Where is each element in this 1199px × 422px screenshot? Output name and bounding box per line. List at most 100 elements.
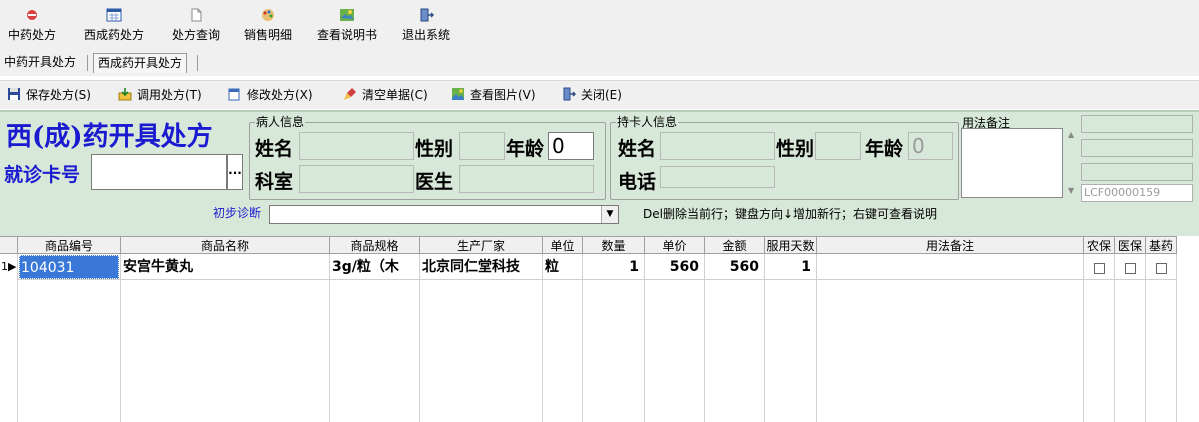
tab-western-prescribe[interactable]: 西成药开具处方 <box>93 53 188 73</box>
checkbox-yibao[interactable] <box>1125 263 1136 274</box>
toolbar-view-manual-button[interactable]: 查看说明书 <box>312 6 382 46</box>
patient-name-field[interactable] <box>299 132 414 160</box>
tab-divider <box>87 55 88 71</box>
clear-form-button[interactable]: 清空单据(C) <box>343 86 428 104</box>
cardholder-phone-label: 电话 <box>618 171 657 193</box>
action-label: 关闭(E) <box>581 88 622 102</box>
checkbox-nongbao[interactable] <box>1094 263 1105 274</box>
cell-spec[interactable]: 3g/粒（木 <box>332 255 418 279</box>
col-header-code[interactable]: 商品编号 <box>18 236 121 254</box>
keyboard-hint: Del删除当前行；键盘方向↓增加新行；右键可查看说明 <box>643 207 938 221</box>
close-door-icon <box>563 87 576 101</box>
cardholder-age-label: 年龄 <box>865 138 904 160</box>
patient-dept-value <box>300 167 303 191</box>
checkbox-jiyao[interactable] <box>1156 263 1167 274</box>
cell-days[interactable]: 1 <box>765 255 816 279</box>
side-field-2[interactable] <box>1081 139 1193 157</box>
col-header-yibao[interactable]: 医保 <box>1115 236 1146 254</box>
scroll-up-icon[interactable]: ▲ <box>1068 130 1074 139</box>
patient-age-field[interactable]: 0 <box>548 132 594 160</box>
diagnosis-combobox[interactable]: ▼ <box>269 205 619 224</box>
usage-note-textarea[interactable] <box>961 128 1063 198</box>
toolbar-exit-system-button[interactable]: 退出系统 <box>398 6 454 46</box>
cell-price[interactable]: 560 <box>645 255 704 279</box>
toolbar-label: 退出系统 <box>401 28 450 42</box>
cardholder-age-value: 0 <box>912 134 925 158</box>
col-header-days[interactable]: 服用天数 <box>765 236 817 254</box>
action-label: 保存处方(S) <box>26 88 91 102</box>
picture-icon <box>452 88 464 100</box>
clear-brush-icon <box>344 88 356 100</box>
patient-doctor-value <box>460 167 463 191</box>
action-label: 清空单据(C) <box>362 88 428 102</box>
cardholder-name-label: 姓名 <box>618 138 657 160</box>
usage-note-scrollbar[interactable]: ▲ ▼ <box>1066 128 1077 198</box>
save-prescription-button[interactable]: 保存处方(S) <box>7 86 91 104</box>
page-title: 西(成)药开具处方 <box>6 122 213 152</box>
cardholder-name-field[interactable] <box>660 132 775 160</box>
row-number: 1 <box>1 260 8 273</box>
toolbar-label: 查看说明书 <box>316 28 377 42</box>
cardholder-info-group: 持卡人信息 姓名 性别 年龄 0 电话 <box>610 115 959 200</box>
drug-grid: 商品编号 商品名称 商品规格 生产厂家 单位 数量 单价 金额 服用天数 用法备… <box>0 236 1199 422</box>
map-icon <box>340 9 354 21</box>
col-header-nongbao[interactable]: 农保 <box>1084 236 1115 254</box>
module-tab-bar: 中药开具处方 西成药开具处方 <box>0 50 1199 76</box>
cell-maker[interactable]: 北京同仁堂科技 <box>422 255 542 279</box>
patient-gender-value <box>460 134 463 158</box>
side-field-3[interactable] <box>1081 163 1193 181</box>
action-toolbar: 保存处方(S) 调用处方(T) 修改处方(X) 清空单据(C) 查看图片(V) … <box>0 80 1199 109</box>
col-header-note[interactable]: 用法备注 <box>817 236 1084 254</box>
cell-code[interactable]: 104031 <box>19 255 119 279</box>
toolbar-prescription-query-button[interactable]: 处方查询 <box>168 6 224 46</box>
patient-info-group: 病人信息 姓名 性别 年龄 0 科室 医生 <box>249 115 606 200</box>
card-browse-button[interactable]: ... <box>227 154 243 190</box>
cell-amount[interactable]: 560 <box>705 255 764 279</box>
side-field-1[interactable] <box>1081 115 1193 133</box>
edit-prescription-button[interactable]: 修改处方(X) <box>228 86 313 104</box>
row-indicator-header <box>0 236 18 254</box>
view-picture-button[interactable]: 查看图片(V) <box>451 86 536 104</box>
cell-name[interactable]: 安宫牛黄丸 <box>123 255 328 279</box>
patient-dept-field[interactable] <box>299 165 414 193</box>
toolbar-western-prescription-button[interactable]: 西成药处方 <box>80 6 148 46</box>
col-header-maker[interactable]: 生产厂家 <box>420 236 543 254</box>
diagnosis-label: 初步诊断 <box>213 206 262 220</box>
cell-note[interactable] <box>818 255 1082 279</box>
row-indicator[interactable]: 1▶ <box>0 255 17 279</box>
save-icon <box>8 88 20 100</box>
col-header-spec[interactable]: 商品规格 <box>330 236 420 254</box>
col-header-price[interactable]: 单价 <box>645 236 705 254</box>
patient-name-label: 姓名 <box>255 138 294 160</box>
col-header-unit[interactable]: 单位 <box>543 236 583 254</box>
cardholder-gender-field[interactable] <box>815 132 861 160</box>
cardholder-age-field[interactable]: 0 <box>908 132 953 160</box>
col-header-jiyao[interactable]: 基药 <box>1146 236 1177 254</box>
tab-divider <box>197 55 198 71</box>
col-header-amount[interactable]: 金额 <box>705 236 765 254</box>
col-header-qty[interactable]: 数量 <box>583 236 645 254</box>
patient-doctor-field[interactable] <box>459 165 594 193</box>
close-button[interactable]: 关闭(E) <box>562 86 622 104</box>
tab-herbal-prescribe[interactable]: 中药开具处方 <box>0 53 80 72</box>
toolbar-sales-detail-button[interactable]: 销售明细 <box>240 6 296 46</box>
load-prescription-button[interactable]: 调用处方(T) <box>118 86 202 104</box>
palette-icon <box>262 9 274 21</box>
patient-gender-field[interactable] <box>459 132 505 160</box>
exit-door-icon <box>420 8 434 22</box>
cardholder-gender-label: 性别 <box>776 138 815 160</box>
cardholder-phone-value <box>661 168 664 192</box>
cardholder-phone-field[interactable] <box>660 166 775 188</box>
scroll-down-icon[interactable]: ▼ <box>1068 186 1074 195</box>
tab-label: 西成药开具处方 <box>98 56 183 70</box>
edit-icon <box>228 88 240 101</box>
cell-qty[interactable]: 1 <box>583 255 644 279</box>
chevron-down-icon[interactable]: ▼ <box>601 206 618 223</box>
col-header-name[interactable]: 商品名称 <box>121 236 330 254</box>
card-no-input[interactable] <box>91 154 227 190</box>
patient-group-title: 病人信息 <box>255 115 306 129</box>
document-code-value: LCF00000159 <box>1084 186 1161 199</box>
toolbar-herbal-prescription-button[interactable]: 中药处方 <box>6 6 58 46</box>
action-label: 查看图片(V) <box>470 88 536 102</box>
cell-unit[interactable]: 粒 <box>545 255 581 279</box>
